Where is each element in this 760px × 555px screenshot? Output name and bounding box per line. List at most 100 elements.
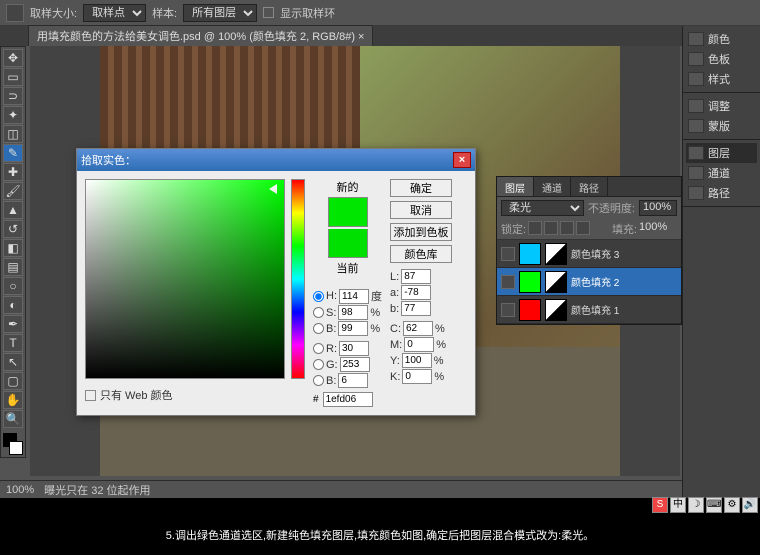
- sample-select[interactable]: 所有图层: [183, 4, 257, 22]
- visibility-icon[interactable]: [501, 247, 515, 261]
- tray-icon-gear[interactable]: ⚙: [724, 497, 740, 513]
- layer-thumb[interactable]: [519, 299, 541, 321]
- opacity-value[interactable]: 100%: [639, 200, 677, 216]
- dodge-tool[interactable]: ◐: [3, 296, 23, 314]
- history-brush[interactable]: ↺: [3, 220, 23, 238]
- cancel-button[interactable]: 取消: [390, 201, 452, 219]
- panel-styles[interactable]: 样式: [686, 69, 757, 89]
- dialog-titlebar[interactable]: 拾取实色： ×: [77, 149, 475, 171]
- brush-tool[interactable]: 🖌: [3, 182, 23, 200]
- lock-pos-icon[interactable]: [560, 221, 574, 235]
- heal-tool[interactable]: ✚: [3, 163, 23, 181]
- background-swatch[interactable]: [9, 441, 23, 455]
- layer-mask[interactable]: [545, 299, 567, 321]
- tray-icon-vol[interactable]: 🔊: [742, 497, 758, 513]
- panel-layers[interactable]: 图层: [686, 143, 757, 163]
- lock-trans-icon[interactable]: [528, 221, 542, 235]
- bb-input[interactable]: [338, 373, 368, 388]
- blend-mode-select[interactable]: 柔光: [501, 200, 584, 216]
- document-tab[interactable]: 用填充颜色的方法给美女调色.psd @ 100% (颜色填充 2, RGB/8#…: [28, 25, 373, 46]
- hue-slider[interactable]: [291, 179, 305, 379]
- color-swatches[interactable]: [3, 433, 23, 455]
- k-input[interactable]: [402, 369, 432, 384]
- crop-tool[interactable]: ◫: [3, 125, 23, 143]
- eyedropper-icon[interactable]: [6, 4, 24, 22]
- shape-tool[interactable]: ▢: [3, 372, 23, 390]
- panel-paths[interactable]: 路径: [686, 183, 757, 203]
- color-picker-dialog: 拾取实色： × 只有 Web 颜色 新的 当前 H: [76, 148, 476, 416]
- layer-mask[interactable]: [545, 243, 567, 265]
- tab-channels[interactable]: 通道: [534, 177, 571, 196]
- panel-adjust[interactable]: 调整: [686, 96, 757, 116]
- eyedropper-tool[interactable]: ✎: [3, 144, 23, 162]
- hand-tool[interactable]: ✋: [3, 391, 23, 409]
- m-input[interactable]: [404, 337, 434, 352]
- layer-thumb[interactable]: [519, 243, 541, 265]
- color-field[interactable]: [85, 179, 285, 379]
- r-radio[interactable]: [313, 343, 324, 354]
- g-radio[interactable]: [313, 359, 324, 370]
- bb-radio[interactable]: [313, 375, 324, 386]
- marquee-tool[interactable]: ▭: [3, 68, 23, 86]
- tab-paths[interactable]: 路径: [571, 177, 608, 196]
- s-radio[interactable]: [313, 307, 324, 318]
- move-tool[interactable]: ✥: [3, 49, 23, 67]
- layer-thumb[interactable]: [519, 271, 541, 293]
- s-input[interactable]: [338, 305, 368, 320]
- web-only-checkbox[interactable]: [85, 390, 96, 401]
- show-ring-checkbox[interactable]: [263, 7, 274, 18]
- gradient-tool[interactable]: ▤: [3, 258, 23, 276]
- current-color-swatch: [328, 229, 368, 258]
- wand-tool[interactable]: ✦: [3, 106, 23, 124]
- lock-pixels-icon[interactable]: [544, 221, 558, 235]
- panel-channels[interactable]: 通道: [686, 163, 757, 183]
- r-input[interactable]: [339, 341, 369, 356]
- tray-icon-s[interactable]: S: [652, 497, 668, 513]
- lock-all-icon[interactable]: [576, 221, 590, 235]
- visibility-icon[interactable]: [501, 303, 515, 317]
- y-input[interactable]: [402, 353, 432, 368]
- fill-value[interactable]: 100%: [639, 221, 677, 237]
- stamp-tool[interactable]: ▲: [3, 201, 23, 219]
- panel-swatches[interactable]: 色板: [686, 49, 757, 69]
- ok-button[interactable]: 确定: [390, 179, 452, 197]
- adjust-icon: [688, 99, 704, 113]
- document-title: 用填充颜色的方法给美女调色.psd @ 100% (颜色填充 2, RGB/8#…: [37, 28, 364, 44]
- zoom-tool[interactable]: 🔍: [3, 410, 23, 428]
- opacity-label: 不透明度:: [588, 200, 635, 216]
- layer-row[interactable]: 颜色填充 2: [497, 268, 681, 296]
- l-input[interactable]: [401, 269, 431, 284]
- close-icon[interactable]: ×: [453, 152, 471, 168]
- add-swatch-button[interactable]: 添加到色板: [390, 223, 452, 241]
- b-input[interactable]: [338, 321, 368, 336]
- path-tool[interactable]: ↖: [3, 353, 23, 371]
- a-input[interactable]: [401, 285, 431, 300]
- h-input[interactable]: [339, 289, 369, 304]
- lab-b-input[interactable]: [401, 301, 431, 316]
- eraser-tool[interactable]: ◧: [3, 239, 23, 257]
- zoom-level[interactable]: 100%: [6, 484, 34, 496]
- lasso-tool[interactable]: ⊃: [3, 87, 23, 105]
- h-radio[interactable]: [313, 291, 324, 302]
- b-radio[interactable]: [313, 323, 324, 334]
- panel-mask[interactable]: 蒙版: [686, 116, 757, 136]
- tray-icon-ime[interactable]: 中: [670, 497, 686, 513]
- visibility-icon[interactable]: [501, 275, 515, 289]
- sample-size-select[interactable]: 取样点: [83, 4, 146, 22]
- pen-tool[interactable]: ✒: [3, 315, 23, 333]
- tray-icon-kb[interactable]: ⌨: [706, 497, 722, 513]
- type-tool[interactable]: T: [3, 334, 23, 352]
- tray-icon-moon[interactable]: ☽: [688, 497, 704, 513]
- hex-input[interactable]: [323, 392, 373, 407]
- c-input[interactable]: [403, 321, 433, 336]
- layer-row[interactable]: 颜色填充 1: [497, 296, 681, 324]
- panel-color[interactable]: 颜色: [686, 29, 757, 49]
- tab-layers[interactable]: 图层: [497, 177, 534, 196]
- libraries-button[interactable]: 颜色库: [390, 245, 452, 263]
- status-msg: 曝光只在 32 位起作用: [44, 482, 150, 498]
- g-input[interactable]: [340, 357, 370, 372]
- sample-label: 样本:: [152, 5, 177, 21]
- layer-row[interactable]: 颜色填充 3: [497, 240, 681, 268]
- blur-tool[interactable]: ○: [3, 277, 23, 295]
- layer-mask[interactable]: [545, 271, 567, 293]
